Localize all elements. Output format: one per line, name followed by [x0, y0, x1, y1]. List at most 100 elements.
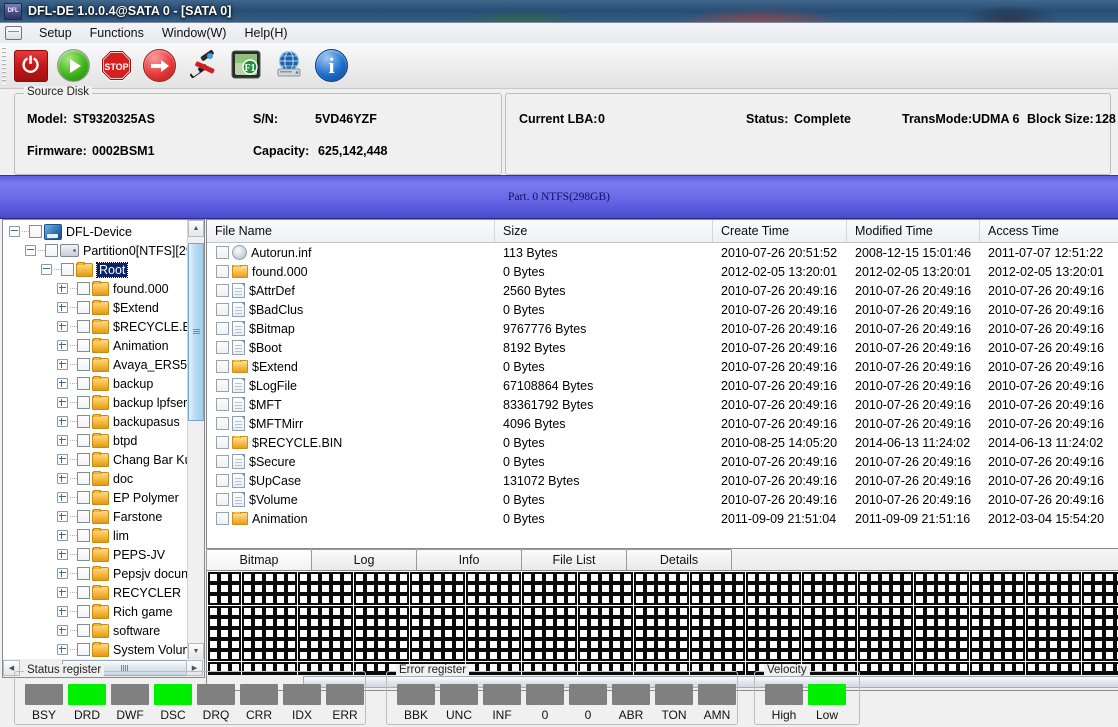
bitmap-cell[interactable] [420, 583, 432, 595]
bitmap-cell[interactable] [835, 572, 847, 583]
bitmap-cell[interactable] [644, 594, 656, 606]
bitmap-cell[interactable] [622, 628, 634, 639]
bitmap-cell[interactable] [308, 594, 320, 606]
bitmap-cell[interactable] [555, 583, 567, 595]
bitmap-cell[interactable] [376, 572, 387, 583]
bitmap-cell[interactable] [913, 661, 925, 673]
bitmap-cell[interactable] [611, 650, 623, 662]
bitmap-cell[interactable] [734, 583, 746, 595]
bitmap-cell[interactable] [1104, 605, 1115, 617]
bitmap-cell[interactable] [958, 616, 970, 628]
column-header-access-time[interactable]: Access Time [980, 220, 1118, 242]
bitmap-cell[interactable] [846, 639, 858, 651]
bitmap-cell[interactable] [454, 639, 466, 651]
bitmap-cell[interactable] [790, 583, 802, 595]
bitmap-cell[interactable] [857, 572, 869, 583]
bitmap-cell[interactable] [880, 661, 891, 673]
bitmap-cell[interactable] [712, 594, 723, 606]
partition-bar[interactable]: Part. 0 NTFS(298GB) [0, 175, 1118, 219]
bitmap-cell[interactable] [1014, 661, 1026, 673]
bitmap-cell[interactable] [1025, 616, 1037, 628]
bitmap-cell[interactable] [252, 605, 264, 617]
bitmap-cell[interactable] [297, 583, 309, 595]
bitmap-cell[interactable] [678, 583, 690, 595]
bitmap-cell[interactable] [812, 639, 824, 651]
bitmap-cell[interactable] [409, 639, 421, 651]
file-row[interactable]: $Bitmap 9767776 Bytes 2010-07-26 20:49:16 2… [207, 319, 1118, 338]
bitmap-cell[interactable] [734, 572, 746, 583]
bitmap-cell[interactable] [1048, 605, 1059, 617]
bitmap-cell[interactable] [398, 605, 410, 617]
bitmap-cell[interactable] [1036, 650, 1048, 662]
bitmap-cell[interactable] [812, 605, 824, 617]
bitmap-cell[interactable] [1070, 594, 1082, 606]
bitmap-cell[interactable] [499, 594, 511, 606]
bitmap-cell[interactable] [588, 605, 600, 617]
bitmap-cell[interactable] [1048, 583, 1059, 595]
bitmap-cell[interactable] [745, 616, 757, 628]
bitmap-cell[interactable] [1092, 616, 1104, 628]
bitmap-cell[interactable] [868, 661, 880, 673]
bitmap-cell[interactable] [880, 594, 891, 606]
tree-checkbox[interactable] [77, 624, 90, 637]
bitmap-cell[interactable] [880, 572, 891, 583]
expand-icon[interactable] [57, 530, 68, 541]
tab-details[interactable]: Details [626, 549, 732, 570]
bitmap-cell[interactable] [1070, 628, 1082, 639]
bitmap-cell[interactable] [465, 639, 477, 651]
file-checkbox[interactable] [216, 417, 229, 430]
bitmap-cell[interactable] [476, 572, 488, 583]
bitmap-cell[interactable] [1048, 628, 1059, 639]
bitmap-cell[interactable] [532, 572, 544, 583]
bitmap-cell[interactable] [252, 639, 264, 651]
bitmap-cell[interactable] [230, 616, 242, 628]
bitmap-cell[interactable] [633, 650, 645, 662]
bitmap-cell[interactable] [902, 572, 914, 583]
bitmap-cell[interactable] [1003, 594, 1015, 606]
tree-item-pepsjv-docun[interactable]: Pepsjv docun [3, 564, 188, 583]
bitmap-cell[interactable] [577, 616, 589, 628]
bitmap-cell[interactable] [790, 639, 802, 651]
bitmap-cell[interactable] [622, 605, 634, 617]
stop-button[interactable]: STOP [97, 46, 136, 85]
bitmap-cell[interactable] [275, 605, 287, 617]
bitmap-cell[interactable] [353, 572, 365, 583]
bitmap-cell[interactable] [521, 594, 533, 606]
bitmap-cell[interactable] [1025, 650, 1037, 662]
bitmap-cell[interactable] [577, 572, 589, 583]
bitmap-cell[interactable] [992, 583, 1003, 595]
bitmap-cell[interactable] [947, 605, 959, 617]
bitmap-cell[interactable] [353, 594, 365, 606]
bitmap-cell[interactable] [577, 594, 589, 606]
bitmap-cell[interactable] [1048, 572, 1059, 583]
file-checkbox[interactable] [216, 379, 229, 392]
bitmap-cell[interactable] [454, 583, 466, 595]
bitmap-cell[interactable] [700, 605, 712, 617]
bitmap-cell[interactable] [644, 639, 656, 651]
bitmap-cell[interactable] [230, 639, 242, 651]
bitmap-cell[interactable] [656, 583, 667, 595]
bitmap-cell[interactable] [297, 616, 309, 628]
bitmap-cell[interactable] [633, 572, 645, 583]
column-header-create-time[interactable]: Create Time [713, 220, 847, 242]
bitmap-cell[interactable] [644, 650, 656, 662]
bitmap-cell[interactable] [252, 583, 264, 595]
bitmap-cell[interactable] [577, 639, 589, 651]
tree-checkbox[interactable] [77, 358, 90, 371]
bitmap-cell[interactable] [790, 650, 802, 662]
bitmap-cell[interactable] [723, 594, 735, 606]
bitmap-cell[interactable] [868, 583, 880, 595]
bitmap-cell[interactable] [868, 639, 880, 651]
bitmap-cell[interactable] [387, 639, 399, 651]
tab-info[interactable]: Info [416, 549, 522, 570]
bitmap-cell[interactable] [588, 572, 600, 583]
bitmap-cell[interactable] [1070, 639, 1082, 651]
bitmap-cell[interactable] [208, 628, 219, 639]
bitmap-cell[interactable] [880, 616, 891, 628]
bitmap-cell[interactable] [756, 650, 768, 662]
bitmap-cell[interactable] [1048, 594, 1059, 606]
bitmap-cell[interactable] [969, 594, 981, 606]
bitmap-cell[interactable] [297, 650, 309, 662]
toolbar-grip[interactable] [2, 47, 6, 84]
bitmap-cell[interactable] [443, 616, 455, 628]
